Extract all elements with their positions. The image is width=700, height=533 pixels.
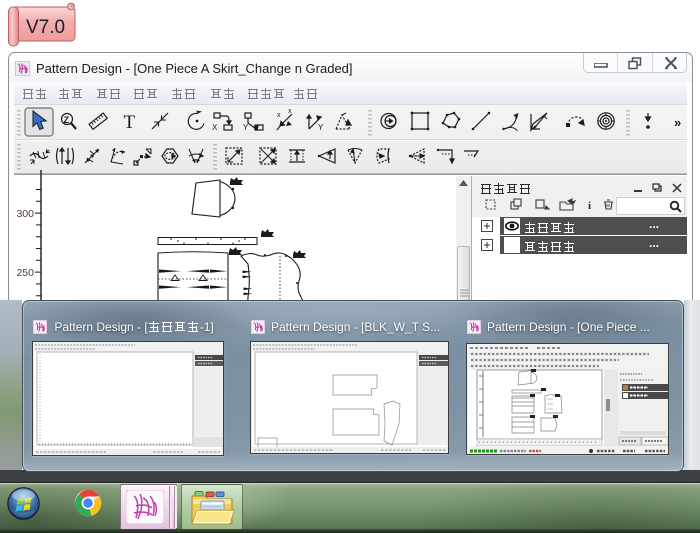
svg-text:i: i <box>588 200 591 212</box>
svg-text:»: » <box>674 115 681 130</box>
svg-text:Z: Z <box>64 115 70 125</box>
svg-text:x: x <box>288 108 292 115</box>
svg-text:x: x <box>277 112 281 119</box>
svg-text:250: 250 <box>16 267 34 279</box>
svg-text:300: 300 <box>16 208 34 220</box>
svg-text:Y: Y <box>243 123 249 132</box>
svg-text:X: X <box>212 123 218 132</box>
svg-text:T: T <box>124 112 136 133</box>
svg-text:Y: Y <box>318 123 324 132</box>
svg-text:V7.0: V7.0 <box>26 17 65 38</box>
